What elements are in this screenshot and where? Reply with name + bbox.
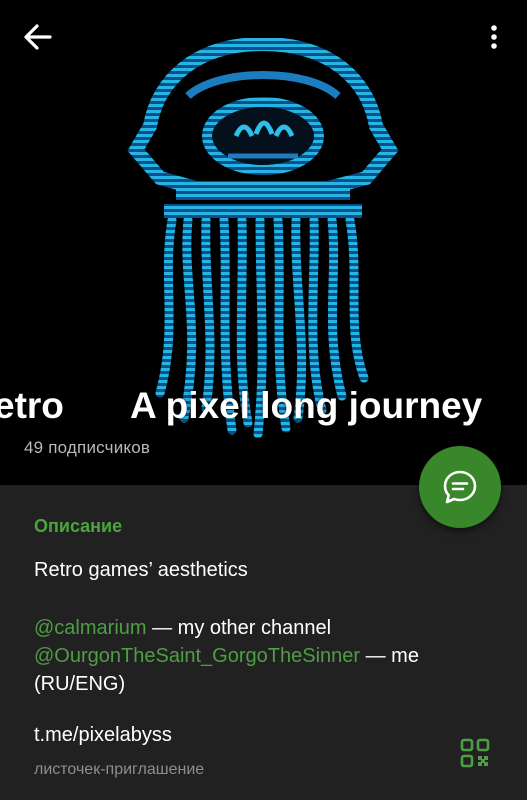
description-mentions: @calmarium — my other channel @OurgonThe… bbox=[34, 614, 494, 698]
description-line: Retro games’ aesthetics bbox=[34, 559, 248, 581]
invite-link[interactable]: t.me/pixelabyss bbox=[34, 724, 172, 747]
arrow-left-icon bbox=[24, 24, 52, 50]
mention-text-1: — my other channel bbox=[146, 617, 332, 639]
channel-title-right: A pixel long journey bbox=[130, 385, 483, 426]
channel-title: etro A pixel long journey bbox=[0, 381, 527, 431]
mention-line-2: @OurgonTheSaint_GorgoTheSinner — me (RU/… bbox=[34, 642, 494, 698]
description-heading: Описание bbox=[34, 516, 123, 536]
more-vertical-icon bbox=[491, 25, 497, 49]
jellyfish-pixel-art bbox=[127, 38, 399, 438]
subscriber-count: 49 подписчиков bbox=[24, 438, 151, 457]
message-button[interactable] bbox=[419, 446, 501, 528]
more-options-button[interactable] bbox=[479, 20, 509, 54]
channel-title-left: etro bbox=[0, 385, 64, 426]
channel-header: etro A pixel long journey 49 подписчиков bbox=[0, 0, 527, 485]
invite-link-caption: листочек-приглашение bbox=[34, 761, 205, 778]
qr-code-icon bbox=[460, 738, 490, 768]
qr-code-button[interactable] bbox=[460, 738, 490, 768]
mention-line-1: @calmarium — my other channel bbox=[34, 614, 494, 642]
mention-link-calmarium[interactable]: @calmarium bbox=[34, 617, 147, 639]
message-bubble-icon bbox=[443, 470, 477, 504]
mention-link-ourgon[interactable]: @OurgonTheSaint_GorgoTheSinner bbox=[34, 645, 360, 667]
back-button[interactable] bbox=[18, 20, 58, 54]
